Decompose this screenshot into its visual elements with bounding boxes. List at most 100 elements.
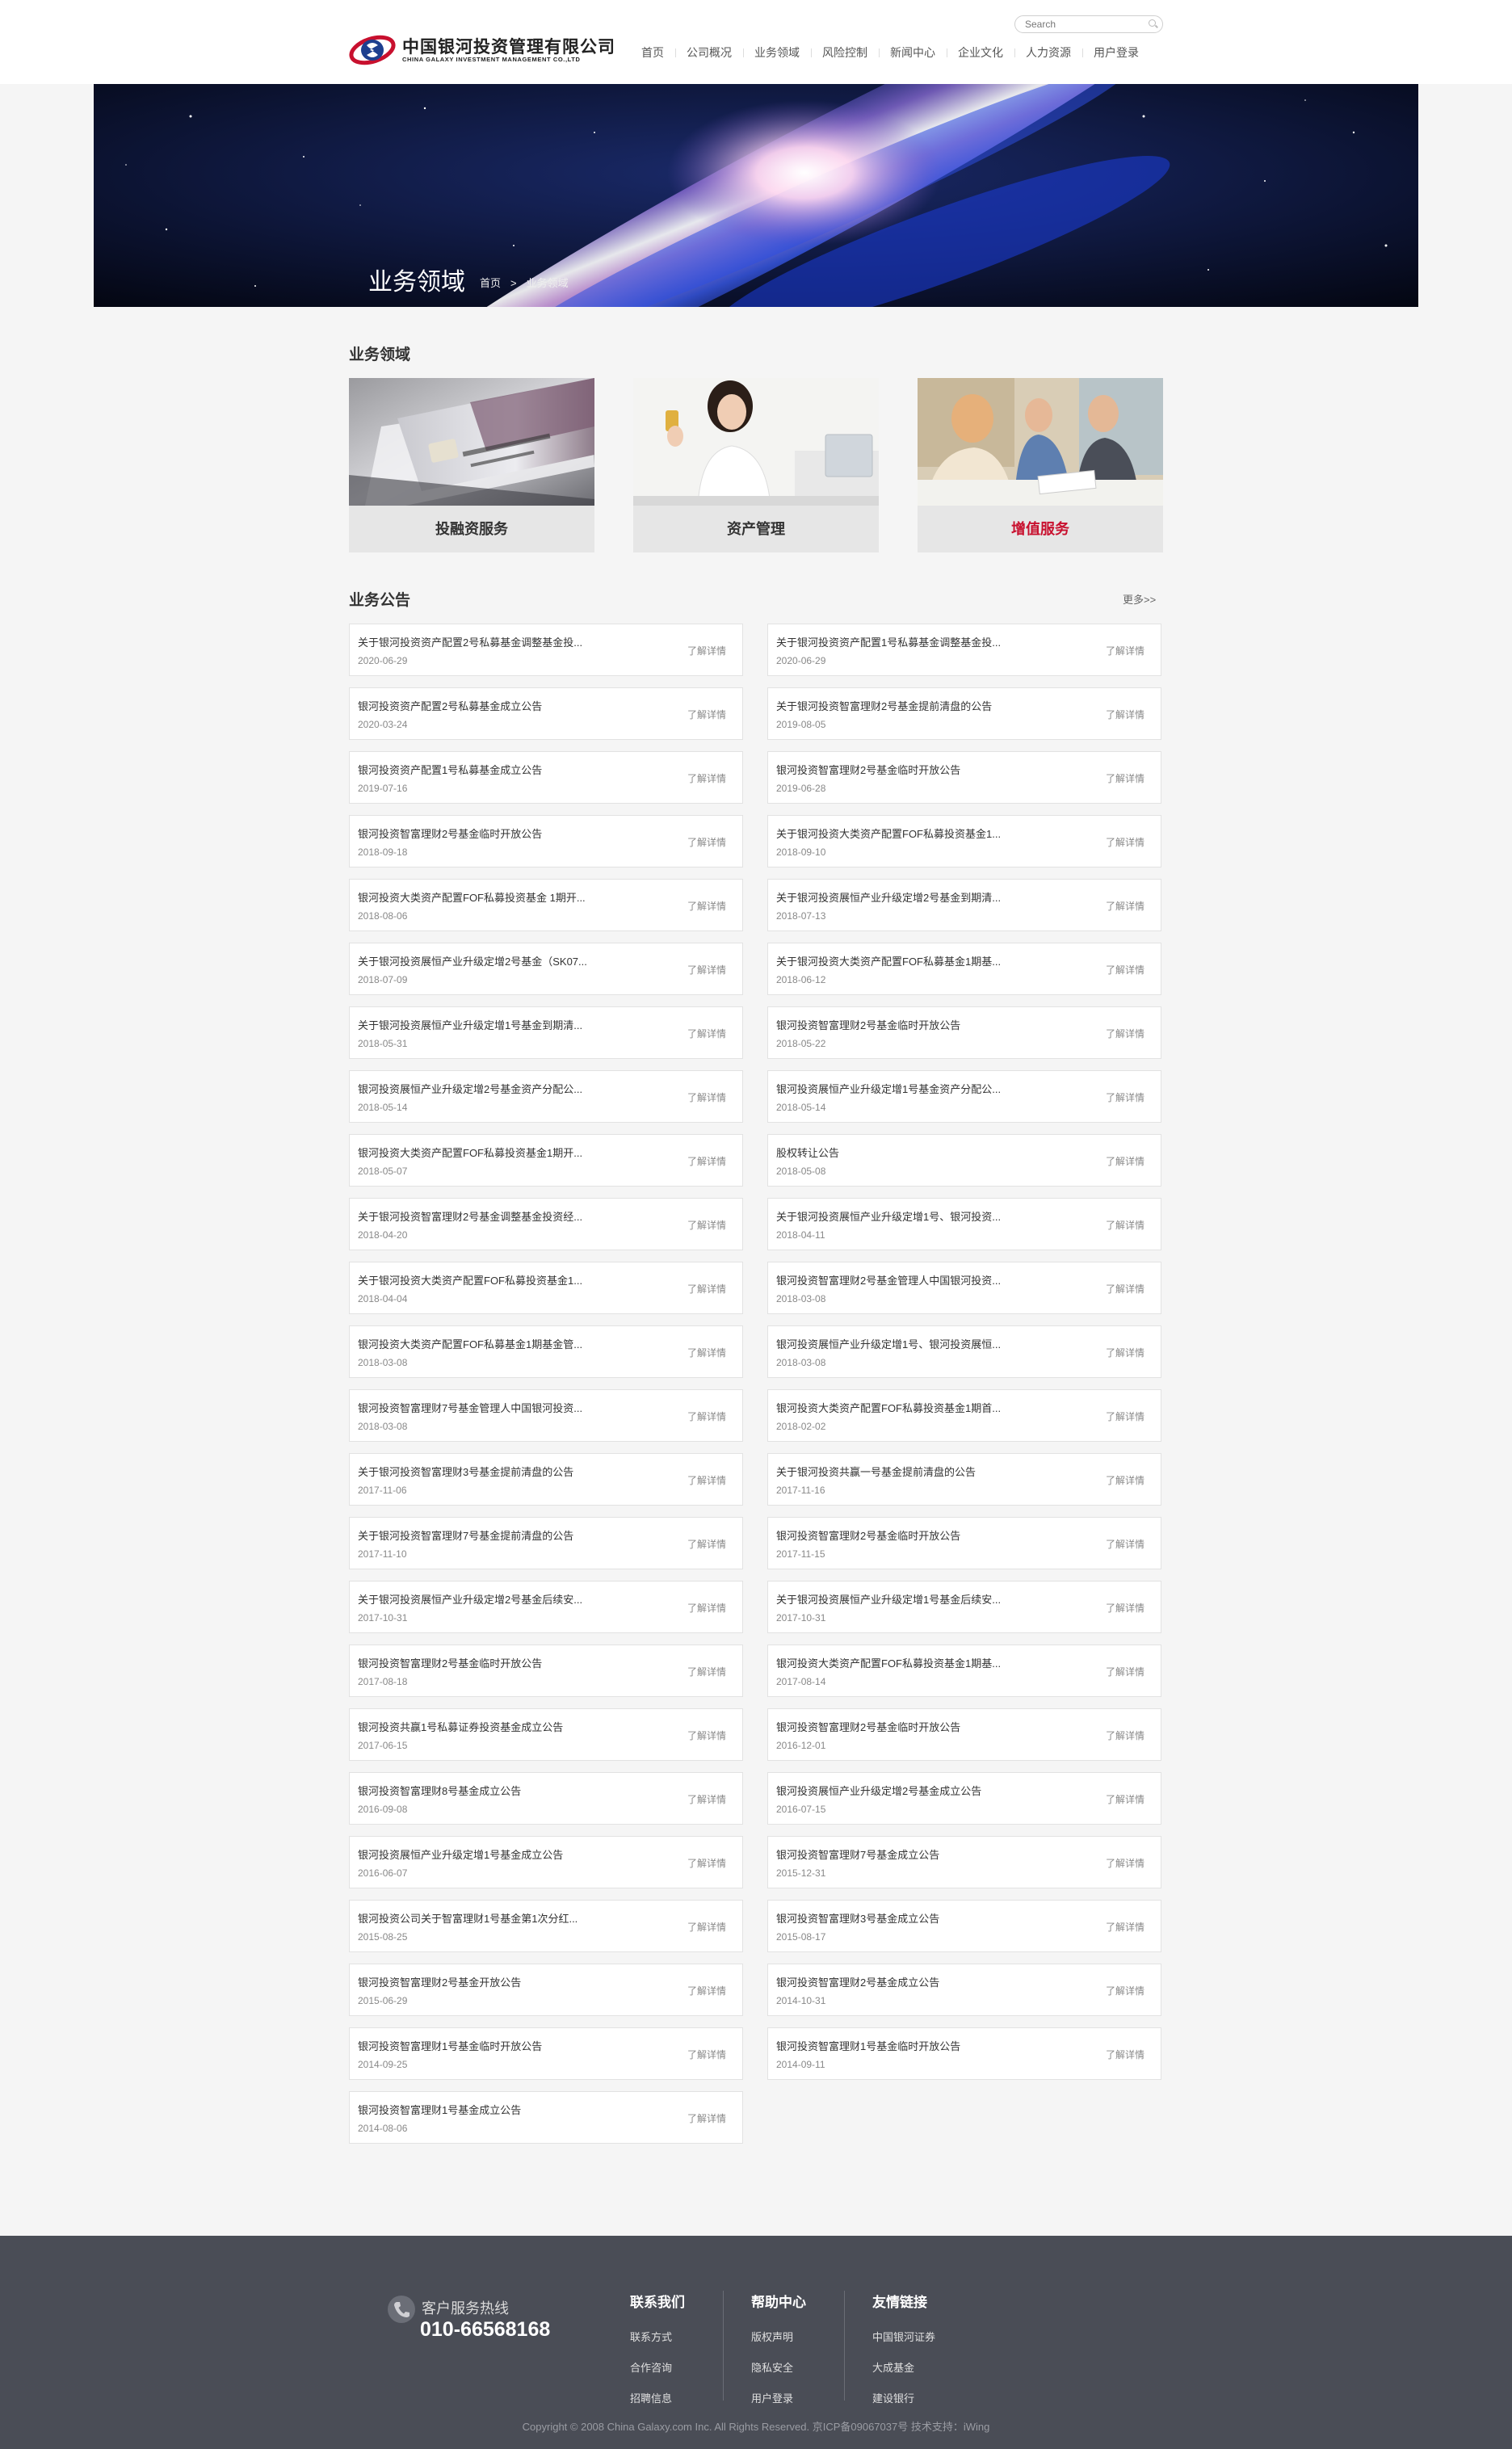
announcement-item[interactable]: 银河投资智富理财1号基金临时开放公告 2014-09-25 了解详情 <box>349 2027 743 2080</box>
announcement-item[interactable]: 银河投资智富理财1号基金成立公告 2014-08-06 了解详情 <box>349 2091 743 2144</box>
footer-link-galaxy-securities[interactable]: 中国银河证券 <box>872 2329 935 2344</box>
announcement-item[interactable]: 银河投资智富理财2号基金管理人中国银河投资... 2018-03-08 了解详情 <box>767 1262 1161 1314</box>
announcement-item[interactable]: 关于银河投资展恒产业升级定增1号基金后续安... 2017-10-31 了解详情 <box>767 1581 1161 1633</box>
announcement-detail-link[interactable]: 了解详情 <box>1106 1665 1144 1678</box>
announcement-detail-link[interactable]: 了解详情 <box>1106 963 1144 977</box>
announcement-item[interactable]: 关于银河投资展恒产业升级定增2号基金（SK07... 2018-07-09 了解详情 <box>349 943 743 995</box>
announcement-detail-link[interactable]: 了解详情 <box>1106 1729 1144 1742</box>
announcement-item[interactable]: 银河投资展恒产业升级定增2号基金资产分配公... 2018-05-14 了解详情 <box>349 1070 743 1123</box>
announcement-detail-link[interactable]: 了解详情 <box>1106 1473 1144 1487</box>
announcement-detail-link[interactable]: 了解详情 <box>1106 1792 1144 1806</box>
announcement-item[interactable]: 关于银河投资展恒产业升级定增1号基金到期清... 2018-05-31 了解详情 <box>349 1006 743 1059</box>
footer-link-ccb[interactable]: 建设银行 <box>872 2390 935 2405</box>
announcement-item[interactable]: 银河投资智富理财2号基金临时开放公告 2016-12-01 了解详情 <box>767 1708 1161 1761</box>
announcement-detail-link[interactable]: 了解详情 <box>687 1090 726 1104</box>
announcement-item[interactable]: 关于银河投资资产配置2号私募基金调整基金投... 2020-06-29 了解详情 <box>349 624 743 676</box>
announcement-item[interactable]: 银河投资共赢1号私募证券投资基金成立公告 2017-06-15 了解详情 <box>349 1708 743 1761</box>
search-icon[interactable] <box>1149 19 1156 27</box>
nav-item-news[interactable]: 新闻中心 <box>879 44 947 61</box>
announcement-item[interactable]: 银河投资大类资产配置FOF私募投资基金1期首... 2018-02-02 了解详情 <box>767 1389 1161 1442</box>
announcement-detail-link[interactable]: 了解详情 <box>687 1537 726 1551</box>
announcement-item[interactable]: 银河投资智富理财2号基金临时开放公告 2018-09-18 了解详情 <box>349 815 743 867</box>
announcement-detail-link[interactable]: 了解详情 <box>1106 1027 1144 1040</box>
announcement-detail-link[interactable]: 了解详情 <box>687 1856 726 1870</box>
announcement-item[interactable]: 关于银河投资展恒产业升级定增2号基金后续安... 2017-10-31 了解详情 <box>349 1581 743 1633</box>
announcement-item[interactable]: 关于银河投资智富理财2号基金调整基金投资经... 2018-04-20 了解详情 <box>349 1198 743 1250</box>
announcement-item[interactable]: 银河投资公司关于智富理财1号基金第1次分红... 2015-08-25 了解详情 <box>349 1900 743 1952</box>
announcement-detail-link[interactable]: 了解详情 <box>1106 1090 1144 1104</box>
more-link[interactable]: 更多>> <box>1123 591 1156 607</box>
announcement-detail-link[interactable]: 了解详情 <box>687 2111 726 2125</box>
announcement-item[interactable]: 银河投资智富理财8号基金成立公告 2016-09-08 了解详情 <box>349 1772 743 1825</box>
announcement-detail-link[interactable]: 了解详情 <box>1106 771 1144 785</box>
announcement-detail-link[interactable]: 了解详情 <box>687 1218 726 1232</box>
announcement-item[interactable]: 银河投资智富理财2号基金开放公告 2015-06-29 了解详情 <box>349 1964 743 2016</box>
announcement-item[interactable]: 关于银河投资资产配置1号私募基金调整基金投... 2020-06-29 了解详情 <box>767 624 1161 676</box>
footer-link-cooperation[interactable]: 合作咨询 <box>630 2359 685 2375</box>
announcement-detail-link[interactable]: 了解详情 <box>1106 1856 1144 1870</box>
announcement-detail-link[interactable]: 了解详情 <box>687 1282 726 1296</box>
announcement-item[interactable]: 银河投资展恒产业升级定增1号基金成立公告 2016-06-07 了解详情 <box>349 1836 743 1888</box>
announcement-detail-link[interactable]: 了解详情 <box>687 1346 726 1359</box>
announcement-item[interactable]: 股权转让公告 2018-05-08 了解详情 <box>767 1134 1161 1187</box>
announcement-detail-link[interactable]: 了解详情 <box>1106 835 1144 849</box>
nav-item-business[interactable]: 业务领域 <box>743 44 811 61</box>
footer-link-copyright[interactable]: 版权声明 <box>751 2329 806 2344</box>
announcement-detail-link[interactable]: 了解详情 <box>687 1601 726 1615</box>
nav-item-about[interactable]: 公司概况 <box>675 44 743 61</box>
announcement-item[interactable]: 关于银河投资大类资产配置FOF私募基金1期基... 2018-06-12 了解详情 <box>767 943 1161 995</box>
announcement-item[interactable]: 银河投资展恒产业升级定增1号基金资产分配公... 2018-05-14 了解详情 <box>767 1070 1161 1123</box>
search-box[interactable] <box>1014 15 1163 33</box>
announcement-detail-link[interactable]: 了解详情 <box>687 963 726 977</box>
announcement-detail-link[interactable]: 了解详情 <box>687 1729 726 1742</box>
announcement-item[interactable]: 银河投资智富理财2号基金成立公告 2014-10-31 了解详情 <box>767 1964 1161 2016</box>
announcement-detail-link[interactable]: 了解详情 <box>687 1665 726 1678</box>
announcement-detail-link[interactable]: 了解详情 <box>687 1027 726 1040</box>
announcement-item[interactable]: 关于银河投资智富理财7号基金提前清盘的公告 2017-11-10 了解详情 <box>349 1517 743 1569</box>
announcement-detail-link[interactable]: 了解详情 <box>687 644 726 657</box>
announcement-item[interactable]: 银河投资资产配置1号私募基金成立公告 2019-07-16 了解详情 <box>349 751 743 804</box>
announcement-item[interactable]: 关于银河投资智富理财2号基金提前清盘的公告 2019-08-05 了解详情 <box>767 687 1161 740</box>
announcement-item[interactable]: 银河投资智富理财3号基金成立公告 2015-08-17 了解详情 <box>767 1900 1161 1952</box>
announcement-item[interactable]: 关于银河投资展恒产业升级定增2号基金到期清... 2018-07-13 了解详情 <box>767 879 1161 931</box>
announcement-detail-link[interactable]: 了解详情 <box>1106 1984 1144 1997</box>
announcement-detail-link[interactable]: 了解详情 <box>1106 708 1144 721</box>
announcement-detail-link[interactable]: 了解详情 <box>687 1920 726 1934</box>
announcement-item[interactable]: 银河投资智富理财2号基金临时开放公告 2017-11-15 了解详情 <box>767 1517 1161 1569</box>
nav-item-login[interactable]: 用户登录 <box>1082 44 1150 61</box>
search-input[interactable] <box>1025 18 1138 31</box>
announcement-detail-link[interactable]: 了解详情 <box>1106 1409 1144 1423</box>
announcement-detail-link[interactable]: 了解详情 <box>1106 1154 1144 1168</box>
announcement-item[interactable]: 银河投资大类资产配置FOF私募基金1期基金管... 2018-03-08 了解详情 <box>349 1325 743 1378</box>
announcement-item[interactable]: 银河投资资产配置2号私募基金成立公告 2020-03-24 了解详情 <box>349 687 743 740</box>
announcement-detail-link[interactable]: 了解详情 <box>1106 899 1144 913</box>
announcement-detail-link[interactable]: 了解详情 <box>687 1409 726 1423</box>
announcement-item[interactable]: 关于银河投资智富理财3号基金提前清盘的公告 2017-11-06 了解详情 <box>349 1453 743 1506</box>
announcement-item[interactable]: 关于银河投资展恒产业升级定增1号、银河投资... 2018-04-11 了解详情 <box>767 1198 1161 1250</box>
announcement-item[interactable]: 银河投资展恒产业升级定增2号基金成立公告 2016-07-15 了解详情 <box>767 1772 1161 1825</box>
announcement-item[interactable]: 银河投资智富理财1号基金临时开放公告 2014-09-11 了解详情 <box>767 2027 1161 2080</box>
announcement-detail-link[interactable]: 了解详情 <box>1106 1601 1144 1615</box>
announcement-detail-link[interactable]: 了解详情 <box>1106 1346 1144 1359</box>
announcement-item[interactable]: 关于银河投资共赢一号基金提前清盘的公告 2017-11-16 了解详情 <box>767 1453 1161 1506</box>
announcement-item[interactable]: 银河投资智富理财2号基金临时开放公告 2019-06-28 了解详情 <box>767 751 1161 804</box>
nav-item-hr[interactable]: 人力资源 <box>1014 44 1082 61</box>
announcement-detail-link[interactable]: 了解详情 <box>1106 2048 1144 2061</box>
announcement-detail-link[interactable]: 了解详情 <box>687 2048 726 2061</box>
announcement-item[interactable]: 银河投资智富理财7号基金管理人中国银河投资... 2018-03-08 了解详情 <box>349 1389 743 1442</box>
announcement-detail-link[interactable]: 了解详情 <box>1106 1282 1144 1296</box>
announcement-item[interactable]: 关于银河投资大类资产配置FOF私募投资基金1... 2018-04-04 了解详情 <box>349 1262 743 1314</box>
announcement-item[interactable]: 银河投资大类资产配置FOF私募投资基金1期基... 2017-08-14 了解详情 <box>767 1645 1161 1697</box>
breadcrumb-home[interactable]: 首页 <box>480 277 501 289</box>
announcement-detail-link[interactable]: 了解详情 <box>687 1792 726 1806</box>
announcement-detail-link[interactable]: 了解详情 <box>687 1984 726 1997</box>
announcement-item[interactable]: 银河投资大类资产配置FOF私募投资基金1期开... 2018-05-07 了解详情 <box>349 1134 743 1187</box>
nav-item-home[interactable]: 首页 <box>630 44 675 61</box>
company-logo[interactable]: 中国银河投资管理有限公司 CHINA GALAXY INVESTMENT MAN… <box>349 32 615 68</box>
announcement-item[interactable]: 银河投资智富理财2号基金临时开放公告 2018-05-22 了解详情 <box>767 1006 1161 1059</box>
announcement-item[interactable]: 关于银河投资大类资产配置FOF私募投资基金1... 2018-09-10 了解详情 <box>767 815 1161 867</box>
announcement-item[interactable]: 银河投资大类资产配置FOF私募投资基金 1期开... 2018-08-06 了解详情 <box>349 879 743 931</box>
footer-link-login[interactable]: 用户登录 <box>751 2390 806 2405</box>
announcement-detail-link[interactable]: 了解详情 <box>687 771 726 785</box>
announcement-detail-link[interactable]: 了解详情 <box>687 708 726 721</box>
